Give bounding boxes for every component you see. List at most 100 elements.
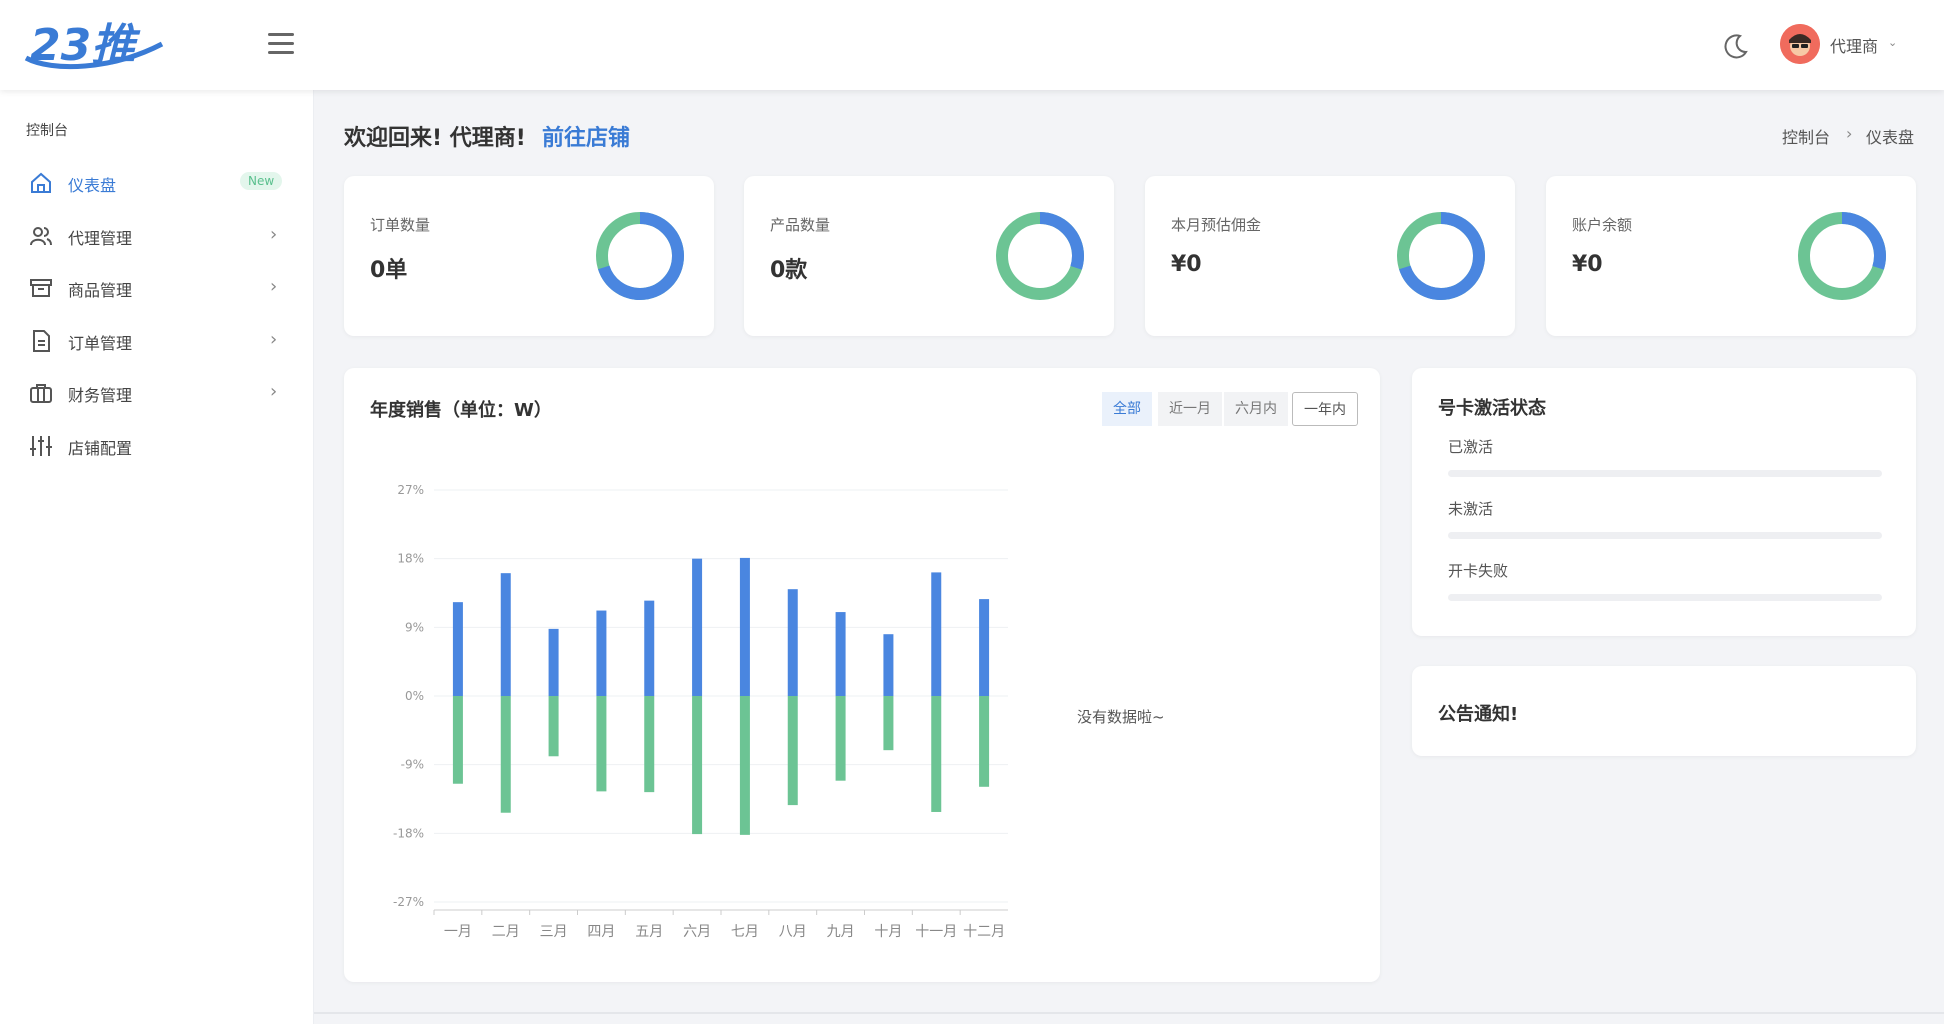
sidebar-section-title: 控制台 <box>26 123 68 139</box>
bar-negative <box>883 696 894 751</box>
logo-text: 23推 <box>30 20 141 71</box>
bar-positive <box>979 599 990 696</box>
x-tick-label: 十一月 <box>915 924 957 940</box>
stat-card-commission: 本月预估佣金 ¥0 <box>1145 176 1515 336</box>
y-tick-label: 9% <box>405 620 424 634</box>
chevron-right-icon: › <box>270 224 278 245</box>
y-tick-label: -18% <box>393 826 424 840</box>
x-tick-label: 三月 <box>540 924 568 940</box>
user-avatar[interactable] <box>1780 24 1820 64</box>
annual-sales-bar-chart: 27% 18% 9% 0% -9% -18% -27% 一月 二月 三月 四月 五月 六月 七月 八月 九月 十… <box>393 483 1008 940</box>
bar-positive <box>931 572 942 696</box>
stat-donut-chart <box>1397 212 1485 300</box>
x-tick-label: 二月 <box>492 924 520 940</box>
y-tick-label: -27% <box>393 895 424 909</box>
stat-donut-chart <box>996 212 1084 300</box>
bar-positive <box>500 573 511 696</box>
y-tick-label: 0% <box>405 689 424 703</box>
x-tick-label: 四月 <box>587 924 615 940</box>
user-name[interactable]: 代理商 <box>1830 33 1878 57</box>
dark-mode-moon-icon[interactable] <box>1720 30 1752 62</box>
activation-row-label: 未激活 <box>1448 500 1494 518</box>
bar-positive <box>739 557 750 696</box>
chevron-right-icon: › <box>270 276 278 297</box>
annual-sales-card: 年度销售（单位：W） 全部 近一月 六月内 一年内 27% 18% 9% 0% -9% -… <box>344 368 1380 982</box>
stat-card-products: 产品数量 0款 <box>744 176 1114 336</box>
activation-progress-bar <box>1448 532 1882 539</box>
sidebar-item-label: 商品管理 <box>68 281 133 300</box>
bar-negative <box>452 696 463 784</box>
y-tick-label: -9% <box>401 758 424 772</box>
bar-negative <box>596 696 607 792</box>
x-tick-label: 六月 <box>683 924 711 940</box>
activation-row-label: 已激活 <box>1448 438 1494 456</box>
top-header: 23推 代理商 ⌄ <box>0 0 1944 90</box>
bar-positive <box>835 612 846 696</box>
box-icon <box>30 279 52 297</box>
x-tick-label: 一月 <box>444 924 472 940</box>
x-tick-label: 五月 <box>635 924 663 940</box>
sidebar-item-shop-config[interactable]: 店铺配置 <box>0 421 314 469</box>
notice-card-title: 公告通知! <box>1438 704 1519 725</box>
stat-donut-chart <box>596 212 684 300</box>
sidebar-item-dashboard[interactable]: 仪表盘 New <box>0 158 314 206</box>
bar-positive <box>548 628 559 696</box>
sliders-icon <box>30 436 52 456</box>
stat-value: 0款 <box>770 258 808 283</box>
go-to-shop-link[interactable]: 前往店铺 <box>542 120 630 152</box>
document-icon <box>33 330 50 352</box>
bar-negative <box>692 696 703 835</box>
sidebar-item-products[interactable]: 商品管理 › <box>0 263 314 311</box>
y-tick-label: 27% <box>397 483 424 497</box>
x-tick-label: 八月 <box>779 924 807 940</box>
bar-positive <box>883 634 894 696</box>
bar-positive <box>644 600 655 696</box>
bar-negative <box>548 696 559 757</box>
chevron-right-icon: › <box>270 329 278 350</box>
sidebar-item-label: 店铺配置 <box>68 439 133 458</box>
sidebar-item-agents[interactable]: 代理管理 › <box>0 211 314 259</box>
stat-value: ¥0 <box>1572 252 1603 277</box>
stat-title: 产品数量 <box>770 216 831 234</box>
breadcrumb-separator: › <box>1846 124 1853 143</box>
bar-positive <box>596 610 607 696</box>
menu-toggle-icon[interactable] <box>268 33 294 57</box>
x-tick-label: 十二月 <box>963 924 1005 940</box>
footer-divider <box>314 1012 1944 1014</box>
sidebar-item-orders[interactable]: 订单管理 › <box>0 316 314 364</box>
stat-card-balance: 账户余额 ¥0 <box>1546 176 1916 336</box>
bar-positive <box>452 602 463 696</box>
sidebar-item-finance[interactable]: 财务管理 › <box>0 368 314 416</box>
bar-negative <box>835 696 846 781</box>
x-tick-label: 九月 <box>827 924 855 940</box>
no-data-text: 没有数据啦~ <box>1077 708 1165 726</box>
breadcrumb-root[interactable]: 控制台 <box>1782 124 1830 148</box>
card-notice: 公告通知! <box>1412 666 1916 756</box>
stat-donut-chart <box>1798 212 1886 300</box>
bar-negative <box>787 696 798 806</box>
y-tick-label: 18% <box>397 552 424 566</box>
sidebar-item-label: 财务管理 <box>68 386 133 405</box>
stat-value: ¥0 <box>1171 252 1202 277</box>
stat-title: 订单数量 <box>370 216 431 234</box>
chevron-down-icon[interactable]: ⌄ <box>1888 36 1897 49</box>
sidebar-item-label: 仪表盘 <box>68 176 117 195</box>
welcome-text: 欢迎回来! 代理商! <box>344 126 526 151</box>
activation-card-title: 号卡激活状态 <box>1438 398 1546 419</box>
bar-positive <box>692 558 703 696</box>
stat-title: 本月预估佣金 <box>1171 216 1262 234</box>
sidebar: 控制台 仪表盘 New 代理管理 › 商品管理 › 订单管理 › 财务管理 › … <box>0 90 314 1024</box>
x-tick-label: 七月 <box>731 924 759 940</box>
users-icon <box>30 227 52 246</box>
activation-progress-bar <box>1448 594 1882 601</box>
stat-value: 0单 <box>370 258 408 283</box>
bar-negative <box>931 696 942 812</box>
bar-negative <box>739 696 750 835</box>
bar-negative <box>644 696 655 793</box>
new-badge: New <box>240 172 283 190</box>
brand-logo[interactable]: 23推 <box>22 14 172 76</box>
stat-card-orders: 订单数量 0单 <box>344 176 714 336</box>
activation-row-label: 开卡失败 <box>1448 562 1509 580</box>
sidebar-item-label: 订单管理 <box>68 334 133 353</box>
home-icon <box>31 172 51 193</box>
